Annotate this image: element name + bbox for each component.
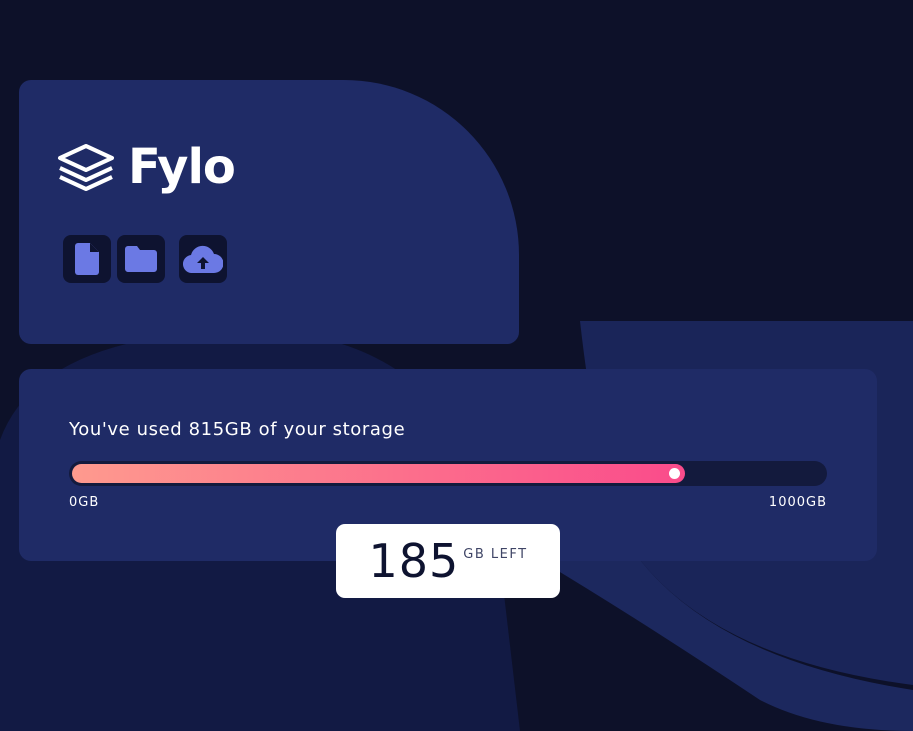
file-actions [63, 235, 233, 283]
storage-left-unit: GB LEFT [463, 546, 528, 562]
document-button[interactable] [63, 235, 111, 283]
progress-knob [669, 468, 680, 479]
logo: Fylo [56, 139, 236, 195]
document-icon [75, 243, 99, 275]
brand-name: Fylo [128, 139, 236, 195]
cloud-upload-icon [183, 245, 223, 273]
folder-button[interactable] [117, 235, 165, 283]
storage-left-badge: 185 GB LEFT [336, 524, 560, 598]
storage-progress-bar [69, 461, 827, 486]
usage-text: You've used 815GB of your storage [69, 419, 406, 440]
max-label: 1000GB [768, 495, 827, 510]
min-label: 0GB [69, 495, 100, 510]
layers-logo-icon [58, 144, 114, 191]
brand-card: Fylo [19, 80, 519, 344]
storage-left-value: 185 [368, 534, 460, 588]
folder-icon [125, 246, 157, 272]
upload-button[interactable] [179, 235, 227, 283]
storage-progress-fill [72, 464, 685, 483]
